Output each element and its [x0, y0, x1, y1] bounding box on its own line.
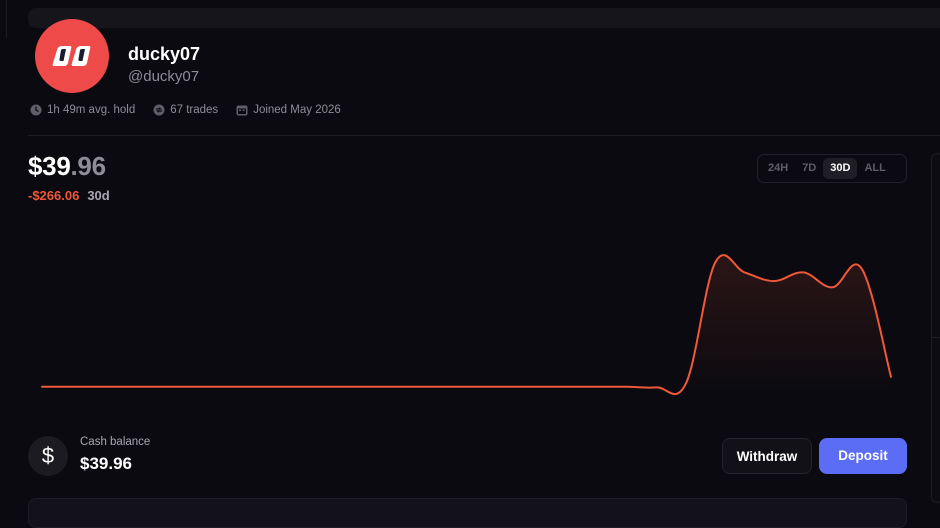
username: ducky07	[128, 44, 201, 64]
range-option-all[interactable]: ALL	[857, 158, 892, 179]
joined-text: Joined May 2026	[253, 104, 341, 116]
avg-hold-stat: 1h 49m avg. hold	[30, 104, 135, 116]
withdraw-button[interactable]: Withdraw	[722, 438, 812, 474]
avatar	[35, 19, 109, 93]
left-sidebar-edge	[0, 0, 7, 38]
range-option-30d[interactable]: 30D	[823, 158, 858, 179]
profile-stats: 1h 49m avg. hold 67 trades Joined May 20…	[30, 104, 341, 116]
calendar-icon	[236, 105, 248, 116]
range-option-7d[interactable]: 7D	[795, 158, 823, 179]
positions-card	[28, 498, 907, 528]
dollar-icon: $	[28, 436, 68, 476]
cash-balance-label: Cash balance	[80, 436, 151, 448]
portfolio-value: $39.96	[28, 151, 106, 182]
portfolio-value-main: $39	[28, 151, 71, 181]
cash-balance-value: $39.96	[80, 454, 132, 473]
section-divider	[28, 135, 940, 136]
time-range-selector: 24H 7D 30D ALL	[757, 154, 907, 183]
joined-stat: Joined May 2026	[236, 104, 341, 116]
avg-hold-text: 1h 49m avg. hold	[47, 104, 136, 116]
trades-text: 67 trades	[170, 104, 219, 116]
user-handle: @ducky07	[128, 68, 200, 85]
logo-icon	[52, 46, 91, 66]
trades-stat: 67 trades	[153, 104, 218, 116]
trades-icon	[153, 104, 165, 116]
portfolio-chart	[41, 254, 892, 396]
portfolio-value-cents: .96	[70, 151, 106, 181]
top-card	[28, 8, 940, 28]
deposit-button[interactable]: Deposit	[819, 438, 907, 474]
range-option-24h[interactable]: 24H	[761, 158, 795, 179]
clock-icon	[30, 104, 42, 116]
chart-area-fill	[42, 255, 891, 395]
